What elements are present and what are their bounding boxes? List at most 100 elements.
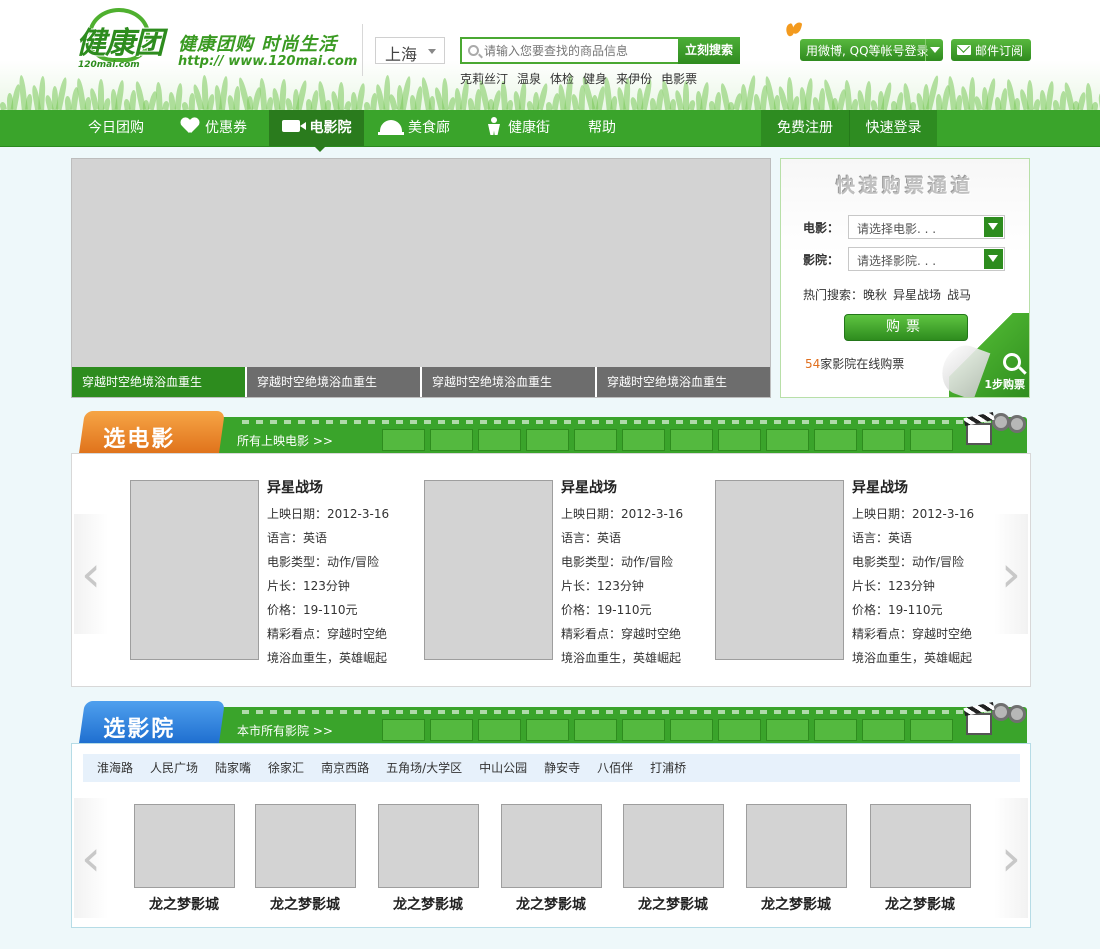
cinema-card[interactable]: 龙之梦影城 [501,804,602,914]
city-selector[interactable]: 上海 [375,37,445,64]
cinema-name[interactable]: 龙之梦影城 [124,894,244,914]
district-item[interactable]: 徐家汇 [268,754,304,782]
cinema-card[interactable]: 龙之梦影城 [255,804,356,914]
hot-search-label: 热门搜索： [803,288,864,302]
movie-section-header: 选电影 所有上映电影 >> [79,411,1030,453]
district-item[interactable]: 南京西路 [321,754,369,782]
email-subscribe-button[interactable]: 邮件订阅 [951,39,1031,61]
banner-tab[interactable]: 穿越时空绝境浴血重生 [422,367,595,397]
cinema-card[interactable]: 龙之梦影城 [623,804,724,914]
movie-info: 异星战场 上映日期：2012-3-16 语言：英语 电影类型：动作/冒险 片长：… [267,480,427,670]
movie-genre: 电影类型：动作/冒险 [561,555,674,569]
movie-poster[interactable] [130,480,259,660]
banner-tab[interactable]: 穿越时空绝境浴血重生 [247,367,420,397]
district-item[interactable]: 中山公园 [479,754,527,782]
cinema-name[interactable]: 龙之梦影城 [245,894,365,914]
cinema-name[interactable]: 龙之梦影城 [860,894,980,914]
banner-slideshow[interactable]: 穿越时空绝境浴血重生 穿越时空绝境浴血重生 穿越时空绝境浴血重生 穿越时空绝境浴… [71,158,771,398]
all-cinemas-link[interactable]: 本市所有影院 >> [237,722,333,739]
nav-item-cinema[interactable]: 电影院 [269,110,364,152]
district-item[interactable]: 静安寺 [544,754,580,782]
district-item[interactable]: 陆家嘴 [215,754,251,782]
cinema-name[interactable]: 龙之梦影城 [613,894,733,914]
cinema-image[interactable] [623,804,724,888]
cinema-card[interactable]: 龙之梦影城 [378,804,479,914]
register-link[interactable]: 免费注册 [761,110,849,146]
grass-blade [506,99,514,110]
nav-item-label: 健康街 [508,120,550,136]
movie-card[interactable]: 异星战场 上映日期：2012-3-16 语言：英语 电影类型：动作/冒险 片长：… [715,480,1005,670]
search-box [460,37,680,64]
camera-icon [281,120,306,132]
movie-title[interactable]: 异星战场 [852,480,1012,502]
movie-price: 价格：19-110元 [267,603,358,617]
logo-domain: 120mai.com [78,60,140,70]
district-item[interactable]: 八佰伴 [597,754,633,782]
movie-card[interactable]: 异星战场 上映日期：2012-3-16 语言：英语 电影类型：动作/冒险 片长：… [130,480,420,670]
one-step-buy-label[interactable]: 1步购票 [984,376,1025,392]
cinema-prev-arrow-icon[interactable]: ‹ [74,798,108,918]
district-item[interactable]: 五角场/大学区 [386,754,462,782]
hot-keyword[interactable]: 体检 [550,70,574,87]
cinema-image[interactable] [378,804,479,888]
hot-search-item[interactable]: 战马 [947,286,971,303]
movie-select[interactable]: 请选择电影. . . [848,215,1005,239]
grass-blade [1013,97,1021,110]
banner-tab[interactable]: 穿越时空绝境浴血重生 [597,367,770,397]
search-button[interactable]: 立刻搜索 [678,37,740,64]
all-movies-link[interactable]: 所有上映电影 >> [237,432,333,449]
banner-tab[interactable]: 穿越时空绝境浴血重生 [72,367,245,397]
cinema-next-arrow-icon[interactable]: › [994,798,1028,918]
district-item[interactable]: 人民广场 [150,754,198,782]
hot-search-item[interactable]: 晚秋 [863,286,887,303]
cinema-count-number: 54 [805,357,821,371]
movie-length: 片长：123分钟 [561,579,644,593]
movie-poster[interactable] [424,480,553,660]
nav-item-help[interactable]: 帮助 [572,110,632,146]
nav-item-today-deals[interactable]: 今日团购 [74,110,158,146]
cinema-image[interactable] [255,804,356,888]
cinema-card[interactable]: 龙之梦影城 [870,804,971,914]
hot-keyword[interactable]: 健身 [583,70,607,87]
search-input[interactable] [484,41,674,61]
film-perforation [242,420,1022,424]
nav-item-coupons[interactable]: 优惠券 [166,110,262,146]
movie-title[interactable]: 异星战场 [561,480,721,502]
cinema-image[interactable] [501,804,602,888]
social-login-button[interactable]: 用微博, QQ等帐号登录 [800,39,943,61]
movie-poster[interactable] [715,480,844,660]
cinema-name[interactable]: 龙之梦影城 [368,894,488,914]
cinema-card[interactable]: 龙之梦影城 [746,804,847,914]
hot-search-item[interactable]: 异星战场 [893,286,941,303]
hot-keywords: 克莉丝汀 温泉 体检 健身 来伊份 电影票 [460,70,697,87]
cinema-card[interactable]: 龙之梦影城 [134,804,235,914]
cinema-name[interactable]: 龙之梦影城 [491,894,611,914]
site-header: 健康团 120mai.com 健康团购 时尚生活 http:// www.120… [0,0,1100,110]
nav-item-food[interactable]: 美食廊 [370,110,460,146]
quick-login-link[interactable]: 快速登录 [849,110,937,146]
grass-blade [1026,79,1034,110]
heart-icon [181,118,199,134]
cinema-name[interactable]: 龙之梦影城 [736,894,856,914]
cinema-image[interactable] [134,804,235,888]
movie-release-date: 上映日期：2012-3-16 [561,507,684,521]
district-item[interactable]: 淮海路 [97,754,133,782]
nav-item-health[interactable]: 健康街 [470,110,566,146]
movie-title[interactable]: 异星战场 [267,480,427,502]
district-item[interactable]: 打浦桥 [650,754,686,782]
hot-keyword[interactable]: 克莉丝汀 [460,70,508,87]
site-logo[interactable]: 健康团 120mai.com [72,8,168,70]
hot-keyword[interactable]: 温泉 [517,70,541,87]
cinema-image[interactable] [746,804,847,888]
hot-keyword[interactable]: 来伊份 [616,70,652,87]
grass-blade [155,81,163,110]
movie-prev-arrow-icon[interactable]: ‹ [74,514,108,634]
cinema-image[interactable] [870,804,971,888]
cinema-select[interactable]: 请选择影院. . . [848,247,1005,271]
hot-keyword[interactable]: 电影票 [661,70,697,87]
login-dropdown-toggle[interactable] [925,39,943,61]
movie-card[interactable]: 异星战场 上映日期：2012-3-16 语言：英语 电影类型：动作/冒险 片长：… [424,480,714,670]
quick-buy-panel: 快速购票通道 电影： 请选择电影. . . 影院： 请选择影院. . . 热门搜… [780,158,1030,398]
header-divider [362,24,363,76]
nav-item-label: 美食廊 [408,120,450,136]
